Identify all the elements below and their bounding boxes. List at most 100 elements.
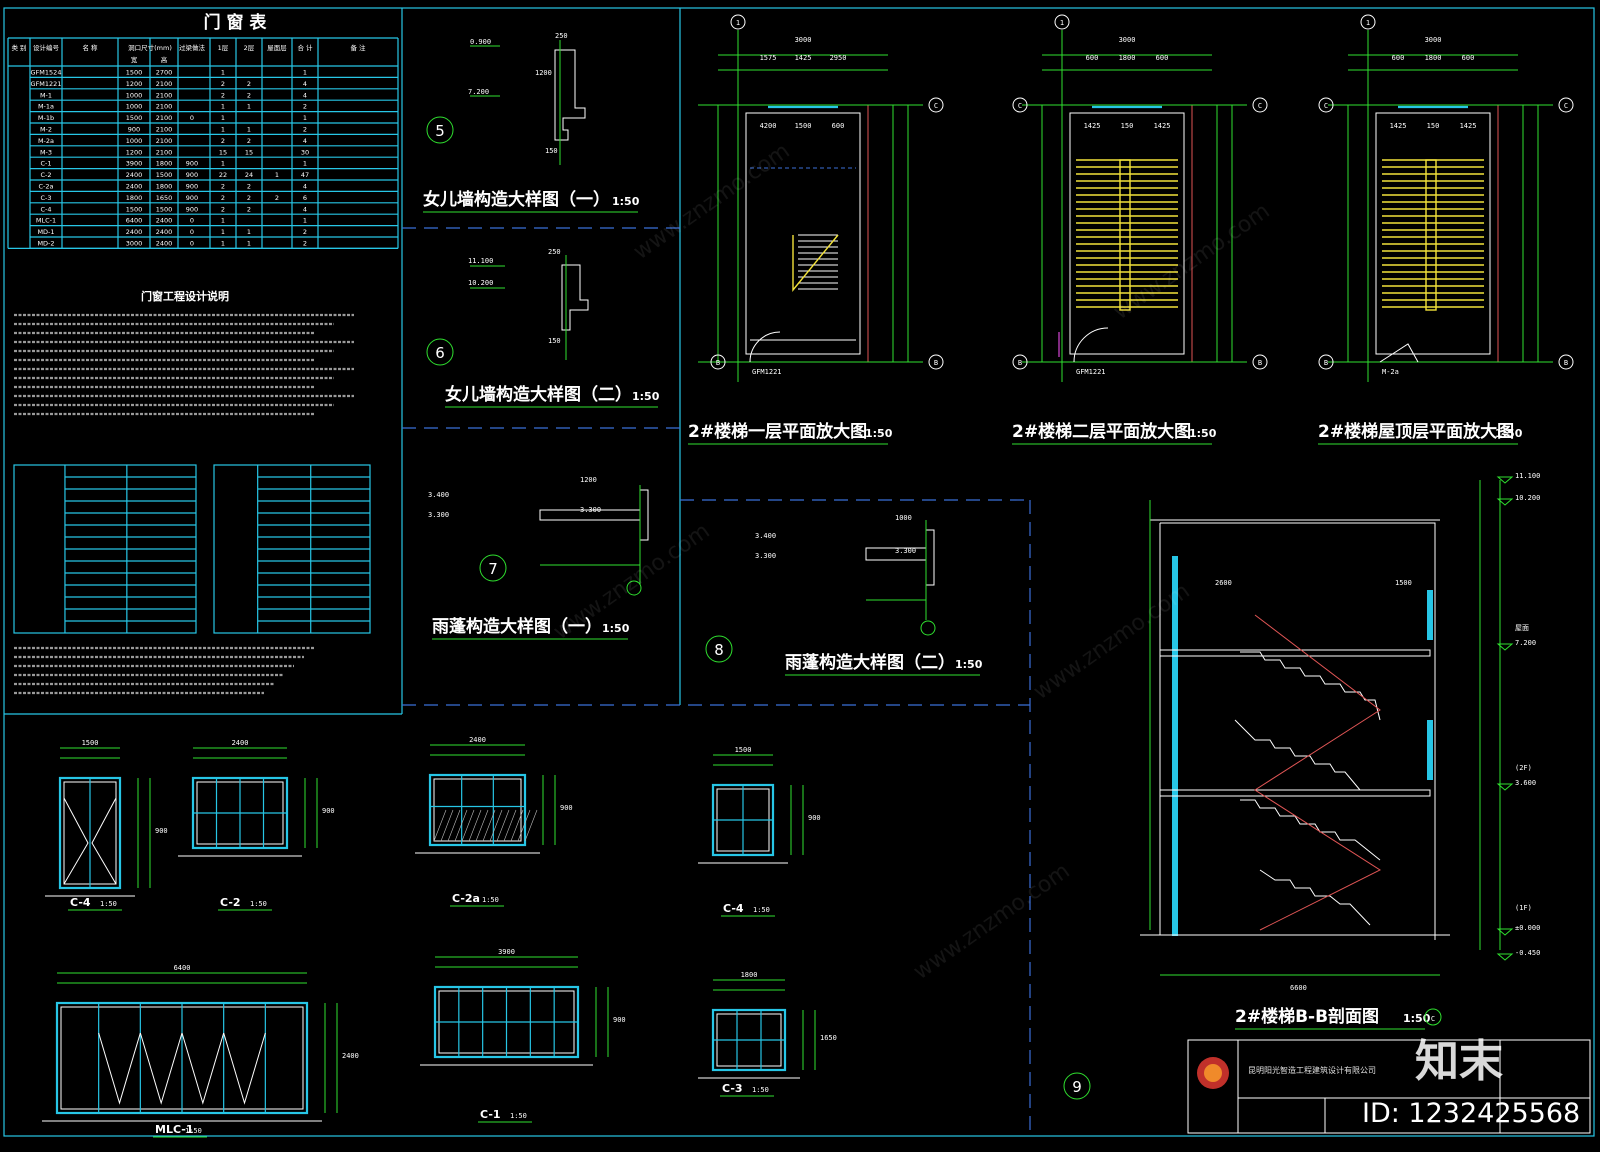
table-cell: 1800: [126, 194, 143, 202]
grid-label: C: [1324, 102, 1328, 110]
table-cell: 1800: [156, 160, 173, 168]
table-cell: 2: [221, 91, 225, 99]
table-cell: 900: [186, 205, 198, 213]
dim-text: 1425: [1460, 122, 1477, 130]
dim-text: 900: [155, 827, 168, 835]
window-elevations: 1500900C-4 1:50 2400 900 C-2 1:50 2400900C-2a 1…: [42, 736, 837, 1138]
table-cell: C-2: [40, 171, 51, 179]
detail-6-scale: 1:50: [632, 390, 660, 403]
table-cell: 1500: [126, 205, 143, 213]
table-cell: 2400: [156, 217, 173, 225]
table-cell: 2100: [156, 114, 173, 122]
level-text: 3.600: [1515, 779, 1536, 787]
table-cell: 4: [303, 91, 307, 99]
axis-marker: [920, 620, 936, 636]
table-cell: 1: [247, 240, 251, 248]
table-cell: 2: [247, 205, 251, 213]
door-window-table: 门 窗 表 类 别设计编号 名 称 洞口尺寸(mm) 过梁做法 1层 2层 屋面层 合 计 备 …: [7, 12, 399, 249]
section-bb: 11.100 10.200 7.200 3.600 ±0.000 -0.450 屋面 (2F)…: [1063, 472, 1540, 1100]
table-cell: 1: [303, 217, 307, 225]
table-cell: 1: [221, 69, 225, 77]
window-name: C-4: [70, 896, 91, 909]
opening-mark: [98, 1032, 141, 1105]
dim-text: 3.300: [895, 547, 916, 555]
watermark-id: ID: 1232425568: [1362, 1098, 1580, 1129]
table-cell: 2: [303, 228, 307, 236]
window-scale: 1:50: [510, 1112, 527, 1120]
table-cell: 2: [247, 91, 251, 99]
table-cell: 22: [219, 171, 227, 179]
table-grid: [7, 37, 399, 249]
window-name: C-3: [722, 1082, 743, 1095]
floor-label: (2F): [1515, 764, 1532, 772]
stair-handrail: [1254, 614, 1382, 931]
grid-label: C: [1431, 1015, 1435, 1023]
table-cell: 1: [303, 160, 307, 168]
window-name: C-2: [220, 896, 241, 909]
table-cell: GFM1221: [31, 80, 62, 88]
table-cell: 30: [301, 148, 309, 156]
table-subheader-cell: 高: [161, 55, 168, 64]
dim-text: 600: [832, 122, 845, 130]
grid-label: C: [1564, 102, 1568, 110]
company-logo-inner: [1204, 1064, 1222, 1082]
dim-text: 1200: [580, 476, 597, 484]
table-cell: MD-1: [37, 228, 54, 236]
notes-title: 门窗工程设计说明: [141, 289, 229, 303]
hatch-line: [489, 809, 503, 842]
table-cell: 1650: [156, 194, 173, 202]
table-cell: 1200: [126, 80, 143, 88]
detail-8: 8 3.400 3.300 1000 3.300 雨蓬构造大样图（二） 1:50: [705, 514, 983, 676]
table-cell: 1800: [156, 183, 173, 191]
dim-text: 2400: [342, 1052, 359, 1060]
table-cell: 1500: [156, 205, 173, 213]
door-swing: [1379, 343, 1419, 363]
stair-flight: [1234, 719, 1361, 791]
opening-mark: [223, 1032, 266, 1105]
detail-8-num: 8: [714, 641, 724, 659]
glass-area-tables: [13, 464, 371, 634]
window-C-4: 1500 900 C-4 1:50: [698, 746, 821, 917]
table-cell: 1500: [126, 114, 143, 122]
window-scale: 1:50: [752, 1086, 769, 1094]
level-triangle: [1496, 953, 1514, 961]
plan-title: 2#楼梯屋顶层平面放大图: [1318, 421, 1514, 442]
opening-mark: [63, 797, 89, 885]
stair-plan-3: 1 C B C B 3000 600 1800 600 1425 150 1425 M-2a 2#楼梯屋顶…: [1318, 14, 1574, 445]
dim-text: 1425: [1390, 122, 1407, 130]
detail-6-title: 女儿墙构造大样图（二）: [445, 384, 632, 405]
dim-text: 2400: [232, 739, 249, 747]
dim-text: 1200: [535, 69, 552, 77]
detail-8-scale: 1:50: [955, 658, 983, 671]
opening-mark: [139, 1032, 183, 1105]
table-cell: 2400: [156, 228, 173, 236]
level-marks: 11.100 10.200 7.200 3.600 ±0.000 -0.450 屋面 (2F)…: [1496, 472, 1540, 961]
detail-5-scale: 1:50: [612, 195, 640, 208]
table-cell: 900: [186, 160, 198, 168]
table-cell: 1: [247, 228, 251, 236]
stair-handrail: [1119, 159, 1131, 311]
table-cell: 2: [275, 194, 279, 202]
dim-text: 1650: [820, 1034, 837, 1042]
table-cell: C-4: [40, 205, 51, 213]
table-cell: MLC-1: [36, 217, 56, 225]
table-cell: 1500: [126, 69, 143, 77]
section-title: 2#楼梯B-B剖面图: [1235, 1006, 1379, 1027]
window-C-2a: 2400 900 C-2a 1:50: [415, 736, 573, 907]
window-C-3: 1800 1650 C-3 1:50: [698, 971, 837, 1097]
table-cell: 2: [221, 80, 225, 88]
sheet-frame: [3, 7, 1595, 1137]
table-cell: 2: [247, 137, 251, 145]
table-cell: C-3: [40, 194, 51, 202]
dim-text: 6600: [1290, 984, 1307, 992]
dim-text: 900: [322, 807, 335, 815]
dim-text: 1000: [895, 514, 912, 522]
table-cell: 2: [247, 183, 251, 191]
window-scale: 1:50: [250, 900, 267, 908]
dim-text: 3000: [795, 36, 812, 44]
table-cell: 2: [221, 183, 225, 191]
table-cell: 0: [190, 217, 194, 225]
company-name: 昆明阳光智造工程建筑设计有限公司: [1248, 1065, 1376, 1075]
stair-flight: [1240, 651, 1381, 721]
floor-slab: [1159, 789, 1431, 797]
